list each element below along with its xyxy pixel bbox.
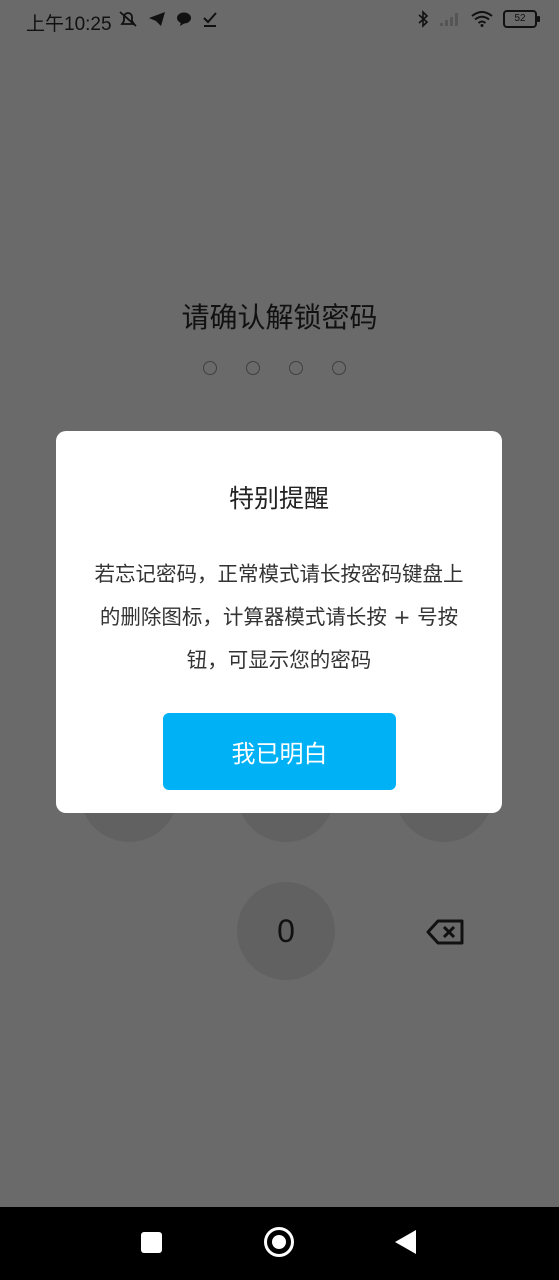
bluetooth-icon: [418, 10, 429, 28]
home-icon[interactable]: [264, 1227, 294, 1257]
dialog-message: 若忘记密码，正常模式请长按密码键盘上的删除图标，计算器模式请长按 + 号按钮，可…: [94, 562, 464, 672]
pin-dot: [332, 361, 346, 375]
status-icons-right: 52: [417, 10, 540, 28]
lock-title: 请确认解锁密码: [181, 301, 378, 334]
telegram-icon: [149, 12, 165, 26]
check-icon: [203, 12, 217, 27]
navigation-bar: [0, 1207, 559, 1280]
chat-icon: [177, 12, 191, 26]
status-bar: 上午10:25 52: [0, 0, 559, 40]
pin-dot: [203, 361, 217, 375]
status-time: 上午10:25: [26, 14, 112, 35]
bell-off-icon: [119, 11, 137, 27]
back-icon[interactable]: [395, 1230, 416, 1254]
recent-apps-icon[interactable]: [141, 1232, 162, 1253]
signal-icon: [440, 13, 458, 26]
backspace-icon[interactable]: [426, 912, 466, 952]
confirm-button[interactable]: 我已明白: [163, 713, 396, 790]
dialog-title: 特别提醒: [228, 484, 329, 513]
pin-dot: [289, 361, 303, 375]
reminder-dialog: 特别提醒 若忘记密码，正常模式请长按密码键盘上的删除图标，计算器模式请长按 + …: [56, 431, 502, 813]
pin-dots: [203, 361, 346, 375]
battery-icon: 52: [503, 10, 540, 28]
keypad-key-0[interactable]: 0: [237, 882, 335, 980]
status-icons-left: [118, 10, 218, 28]
wifi-icon: [471, 11, 493, 27]
pin-dot: [246, 361, 260, 375]
